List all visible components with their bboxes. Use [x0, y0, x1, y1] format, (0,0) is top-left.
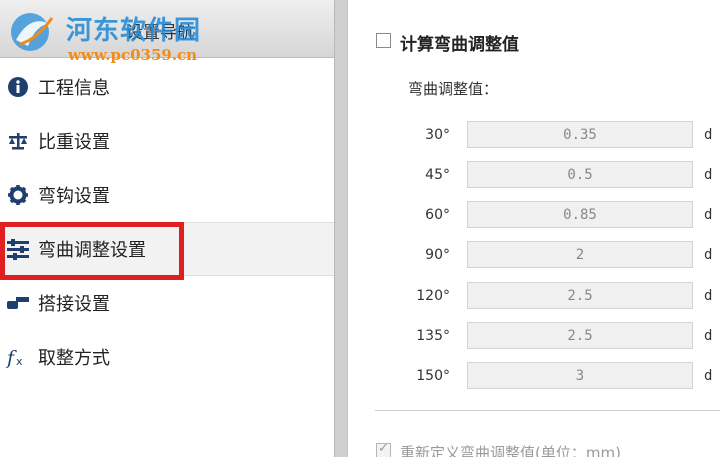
lap-icon	[6, 291, 30, 315]
scale-icon	[6, 129, 30, 153]
angle-label: 90°	[425, 247, 450, 263]
redefine-bend-adjust-checkbox[interactable]	[376, 441, 391, 457]
sidebar-item-label: 比重设置	[38, 132, 110, 153]
calc-bend-adjust-checkbox[interactable]	[376, 33, 391, 48]
bend-value-field[interactable]: 0.5	[467, 161, 693, 188]
sidebar-item-weight-settings[interactable]: 比重设置	[0, 114, 334, 168]
info-icon	[6, 75, 30, 99]
angle-label: 30°	[425, 127, 450, 143]
angle-label: 135°	[416, 328, 450, 344]
sidebar-item-hook-settings[interactable]: 弯钩设置	[0, 168, 334, 222]
unit-label: d	[704, 167, 713, 183]
angle-label: 60°	[425, 207, 450, 223]
angle-label: 150°	[416, 368, 450, 384]
bend-value-field[interactable]: 2.5	[467, 322, 693, 349]
splitter[interactable]	[334, 0, 348, 457]
unit-label: d	[704, 247, 713, 263]
bend-row: 150° 3 d	[348, 362, 720, 390]
unit-label: d	[704, 328, 713, 344]
gear-icon	[6, 183, 30, 207]
settings-nav-sidebar: 设置导航 河东软件园 www.pc0359.cn 工程信息 比重设置 弯钩设置 …	[0, 0, 334, 457]
bend-row: 120° 2.5 d	[348, 282, 720, 310]
sidebar-item-lap-settings[interactable]: 搭接设置	[0, 276, 334, 330]
highlight-annotation-box	[0, 222, 184, 280]
unit-label: d	[704, 288, 713, 304]
sidebar-item-rounding-method[interactable]: fx 取整方式	[0, 330, 334, 384]
bend-row: 60° 0.85 d	[348, 201, 720, 229]
bend-value-field[interactable]: 0.35	[467, 121, 693, 148]
bend-value-field[interactable]: 0.85	[467, 201, 693, 228]
bend-row: 30° 0.35 d	[348, 121, 720, 149]
bend-value-field[interactable]: 2	[467, 241, 693, 268]
bend-value-field[interactable]: 2.5	[467, 282, 693, 309]
angle-label: 120°	[416, 288, 450, 304]
bend-row: 135° 2.5 d	[348, 322, 720, 350]
bend-value-field[interactable]: 3	[467, 362, 693, 389]
watermark-name: 河东软件园	[66, 16, 202, 46]
fx-icon: fx	[6, 345, 30, 369]
calc-bend-adjust-label: 计算弯曲调整值	[400, 35, 519, 55]
angle-label: 45°	[425, 167, 450, 183]
bend-row: 45° 0.5 d	[348, 161, 720, 189]
unit-label: d	[704, 368, 713, 384]
bend-row: 90° 2 d	[348, 241, 720, 269]
sidebar-item-label: 弯钩设置	[38, 186, 110, 207]
svg-text:x: x	[16, 355, 23, 368]
sidebar-item-project-info[interactable]: 工程信息	[0, 60, 334, 114]
sidebar-item-label: 搭接设置	[38, 294, 110, 315]
unit-label: d	[704, 207, 713, 223]
bend-adjust-panel: 计算弯曲调整值 弯曲调整值： 30° 0.35 d 45° 0.5 d 60° …	[348, 0, 720, 457]
bend-adjust-subtitle: 弯曲调整值：	[408, 80, 499, 98]
sidebar-item-label: 工程信息	[38, 78, 110, 99]
watermark-logo-icon	[11, 13, 54, 51]
unit-label: d	[704, 127, 713, 143]
section-divider	[375, 410, 720, 411]
redefine-bend-adjust-label: 重新定义弯曲调整值(单位：mm)	[400, 444, 621, 457]
sidebar-item-label: 取整方式	[38, 348, 110, 369]
